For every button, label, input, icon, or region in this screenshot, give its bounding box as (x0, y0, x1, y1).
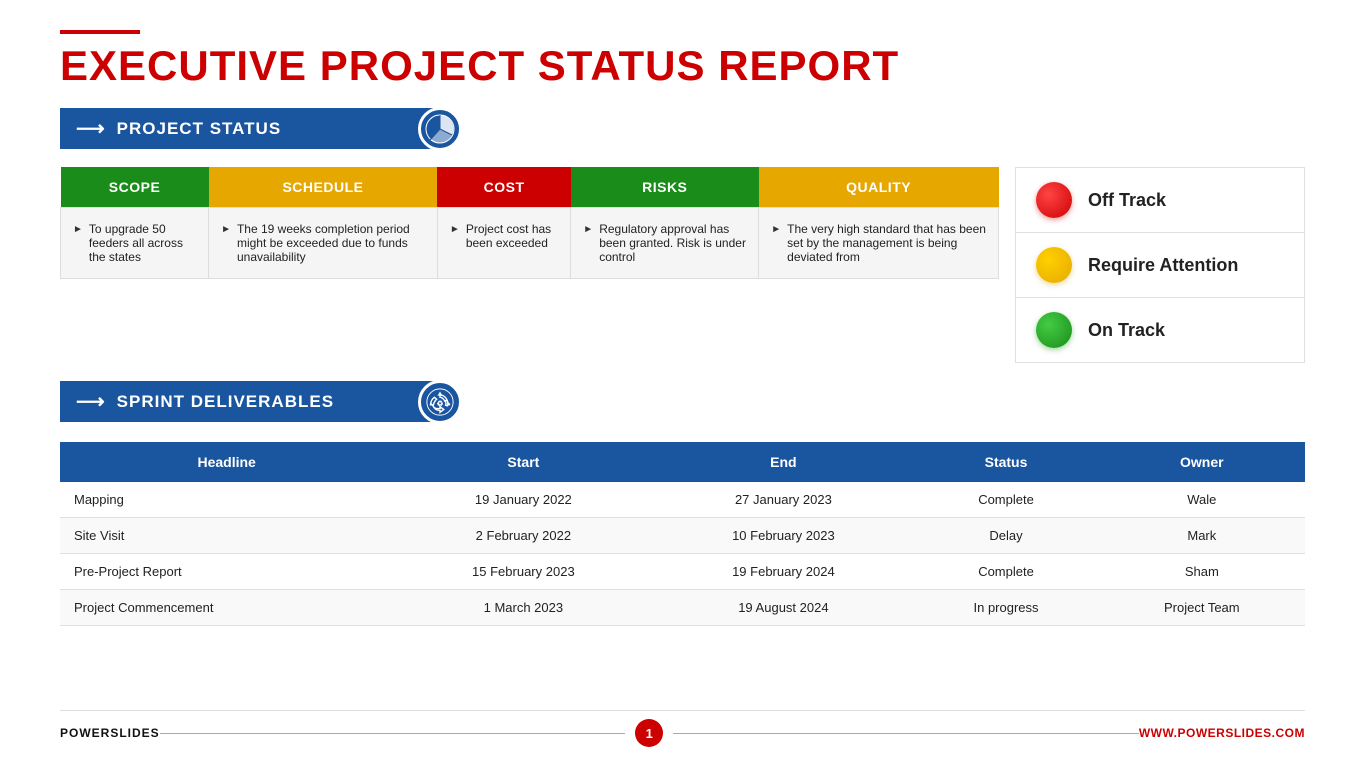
cell-start-1: 2 February 2022 (393, 518, 653, 554)
project-status-section-header: ⟶ PROJECT STATUS (60, 108, 440, 149)
cell-headline-1: Site Visit (60, 518, 393, 554)
page: EXECUTIVE PROJECT STATUS REPORT ⟶ PROJEC… (0, 0, 1365, 767)
col-cost: COST (437, 167, 570, 208)
sprint-section-icon: ♻ (418, 380, 462, 424)
col-end: End (653, 442, 913, 482)
col-status: Status (913, 442, 1098, 482)
col-scope: SCOPE (61, 167, 209, 208)
schedule-bullet: ► The 19 weeks completion period might b… (221, 222, 425, 264)
header-decoration (60, 30, 140, 34)
legend-off-track: Off Track (1016, 168, 1304, 233)
schedule-text: The 19 weeks completion period might be … (237, 222, 425, 264)
footer-brand-right: WWW.POWERSLIDES.COM (1139, 726, 1305, 740)
col-schedule: SCHEDULE (209, 167, 438, 208)
table-row: Site Visit2 February 202210 February 202… (60, 518, 1305, 554)
sprint-section-header-wrapper: ⟶ SPRINT DELIVERABLES ♻ (60, 381, 1305, 432)
page-title: EXECUTIVE PROJECT STATUS REPORT (60, 42, 1305, 90)
cell-status-1: Delay (913, 518, 1098, 554)
footer-line-left (160, 733, 626, 734)
table-row: Pre-Project Report15 February 202319 Feb… (60, 554, 1305, 590)
cell-start-3: 1 March 2023 (393, 590, 653, 626)
bullet-arrow-icon2: ► (221, 224, 231, 235)
quality-text: The very high standard that has been set… (787, 222, 986, 264)
cell-schedule: ► The 19 weeks completion period might b… (209, 208, 438, 279)
on-track-label: On Track (1088, 320, 1165, 341)
cell-cost: ► Project cost has been exceeded (437, 208, 570, 279)
title-red: STATUS REPORT (538, 42, 899, 89)
red-dot-icon (1036, 182, 1072, 218)
cell-owner-1: Mark (1099, 518, 1305, 554)
footer-page-number: 1 (635, 719, 663, 747)
footer-brand-left: POWERSLIDES (60, 726, 160, 740)
cell-quality: ► The very high standard that has been s… (759, 208, 999, 279)
bullet-arrow-icon4: ► (583, 224, 593, 235)
cell-owner-0: Wale (1099, 482, 1305, 518)
footer-center: 1 (160, 719, 1139, 747)
require-attention-label: Require Attention (1088, 255, 1238, 276)
table-row: Project Commencement1 March 202319 Augus… (60, 590, 1305, 626)
legend-require-attention: Require Attention (1016, 233, 1304, 298)
cell-risks: ► Regulatory approval has been granted. … (571, 208, 759, 279)
sprint-label: SPRINT DELIVERABLES (117, 392, 334, 412)
cell-end-1: 10 February 2023 (653, 518, 913, 554)
col-start: Start (393, 442, 653, 482)
scope-bullet: ► To upgrade 50 feeders all across the s… (73, 222, 196, 264)
quality-bullet: ► The very high standard that has been s… (771, 222, 986, 264)
green-dot-icon (1036, 312, 1072, 348)
deliverables-table: Headline Start End Status Owner Mapping1… (60, 442, 1305, 626)
bullet-arrow-icon5: ► (771, 224, 781, 235)
off-track-label: Off Track (1088, 190, 1166, 211)
status-table: SCOPE SCHEDULE COST RISKS QUALITY ► To u… (60, 167, 999, 279)
title-black: EXECUTIVE PROJECT (60, 42, 538, 89)
cell-headline-3: Project Commencement (60, 590, 393, 626)
table-row: Mapping19 January 202227 January 2023Com… (60, 482, 1305, 518)
cell-headline-2: Pre-Project Report (60, 554, 393, 590)
sprint-section-header: ⟶ SPRINT DELIVERABLES ♻ (60, 381, 440, 422)
scope-text: To upgrade 50 feeders all across the sta… (89, 222, 196, 264)
legend-on-track: On Track (1016, 298, 1304, 362)
bullet-arrow-icon: ► (73, 224, 83, 235)
cell-end-2: 19 February 2024 (653, 554, 913, 590)
yellow-dot-icon (1036, 247, 1072, 283)
sprint-arrow-icon: ⟶ (76, 389, 105, 414)
footer-line-right (673, 733, 1139, 734)
cell-status-3: In progress (913, 590, 1098, 626)
cell-start-2: 15 February 2023 (393, 554, 653, 590)
legend-box: Off Track Require Attention On Track (1015, 167, 1305, 363)
cost-text: Project cost has been exceeded (466, 222, 558, 250)
status-area: SCOPE SCHEDULE COST RISKS QUALITY ► To u… (60, 167, 1305, 363)
cell-owner-2: Sham (1099, 554, 1305, 590)
pie-chart-icon (424, 113, 456, 145)
sprint-deliverables-section: Headline Start End Status Owner Mapping1… (60, 440, 1305, 706)
recycle-icon: ♻ (425, 387, 455, 417)
col-owner: Owner (1099, 442, 1305, 482)
col-headline: Headline (60, 442, 393, 482)
cell-owner-3: Project Team (1099, 590, 1305, 626)
footer: POWERSLIDES 1 WWW.POWERSLIDES.COM (60, 710, 1305, 747)
svg-text:♻: ♻ (437, 398, 444, 407)
cell-headline-0: Mapping (60, 482, 393, 518)
risks-text: Regulatory approval has been granted. Ri… (599, 222, 746, 264)
bullet-arrow-icon3: ► (450, 224, 460, 235)
cell-status-2: Complete (913, 554, 1098, 590)
cell-end-3: 19 August 2024 (653, 590, 913, 626)
cell-status-0: Complete (913, 482, 1098, 518)
col-risks: RISKS (571, 167, 759, 208)
risks-bullet: ► Regulatory approval has been granted. … (583, 222, 746, 264)
cost-bullet: ► Project cost has been exceeded (450, 222, 558, 250)
project-status-header-wrapper: ⟶ PROJECT STATUS (60, 108, 1305, 159)
project-status-label: PROJECT STATUS (117, 119, 282, 139)
cell-end-0: 27 January 2023 (653, 482, 913, 518)
project-status-icon (418, 107, 462, 151)
cell-scope: ► To upgrade 50 feeders all across the s… (61, 208, 209, 279)
col-quality: QUALITY (759, 167, 999, 208)
arrow-icon: ⟶ (76, 116, 105, 141)
cell-start-0: 19 January 2022 (393, 482, 653, 518)
